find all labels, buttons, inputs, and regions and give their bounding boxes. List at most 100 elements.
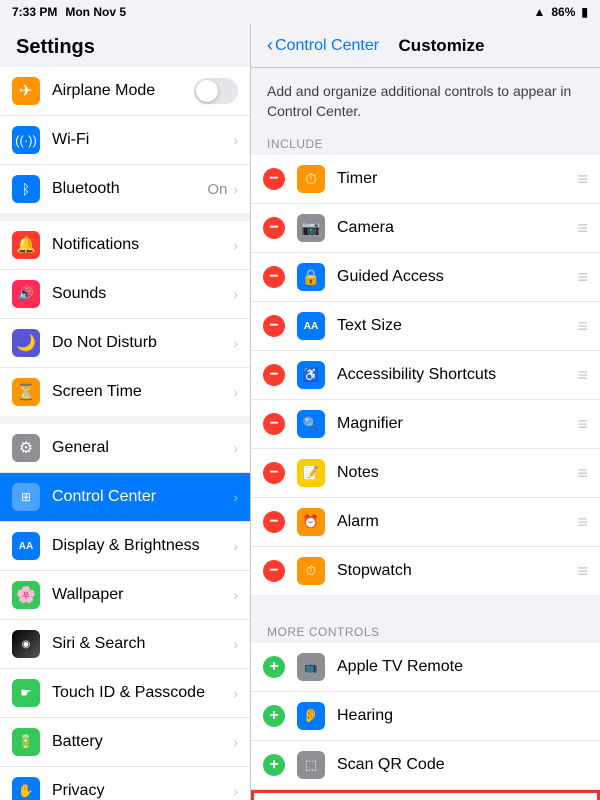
sounds-label: Sounds [52, 285, 231, 303]
include-section-header: INCLUDE [251, 131, 600, 155]
status-bar: 7:33 PM Mon Nov 5 ▲ 86% ▮ [0, 0, 600, 24]
sidebar-item-airplane[interactable]: ✈ Airplane Mode [0, 67, 250, 116]
add-hearing-button[interactable]: + [263, 705, 285, 727]
scanqr-icon: ⬚ [297, 751, 325, 779]
airplane-label: Airplane Mode [52, 82, 194, 100]
accessibility-drag-handle[interactable]: ≡ [577, 365, 588, 386]
stopwatch-label: Stopwatch [337, 562, 569, 580]
notifications-icon: 🔔 [12, 231, 40, 259]
sidebar-item-notifications[interactable]: 🔔 Notifications › [0, 221, 250, 270]
sidebar-item-donotdisturb[interactable]: 🌙 Do Not Disturb › [0, 319, 250, 368]
alarm-icon: ⏰ [297, 508, 325, 536]
add-appletv-button[interactable]: + [263, 656, 285, 678]
general-icon: ⚙ [12, 434, 40, 462]
textsize-drag-handle[interactable]: ≡ [577, 316, 588, 337]
sidebar-item-wifi[interactable]: ((·)) Wi-Fi › [0, 116, 250, 165]
notes-drag-handle[interactable]: ≡ [577, 463, 588, 484]
battery-icon: ▮ [581, 5, 588, 19]
sidebar-item-screentime[interactable]: ⏳ Screen Time › [0, 368, 250, 416]
status-day: Mon Nov 5 [65, 5, 126, 19]
battery-chevron: › [233, 734, 238, 750]
touchid-icon: ☛ [12, 679, 40, 707]
alarm-label: Alarm [337, 513, 569, 531]
guidedaccess-drag-handle[interactable]: ≡ [577, 267, 588, 288]
controlcenter-chevron: › [233, 489, 238, 505]
control-item-scanqr[interactable]: + ⬚ Scan QR Code [251, 741, 600, 790]
sidebar-item-siri[interactable]: ◉ Siri & Search › [0, 620, 250, 669]
textsize-label: Text Size [337, 317, 569, 335]
appletv-label: Apple TV Remote [337, 658, 588, 676]
timer-label: Timer [337, 170, 569, 188]
magnifier-label: Magnifier [337, 415, 569, 433]
right-panel: ‹ Control Center Customize Add and organ… [251, 24, 600, 800]
control-item-appletv[interactable]: + 📺 Apple TV Remote [251, 643, 600, 692]
stopwatch-icon: ⏱ [297, 557, 325, 585]
sidebar-item-sounds[interactable]: 🔊 Sounds › [0, 270, 250, 319]
control-item-hearing[interactable]: + 👂 Hearing [251, 692, 600, 741]
sidebar-item-bluetooth[interactable]: ᛒ Bluetooth On › [0, 165, 250, 213]
wifi-label: Wi-Fi [52, 131, 231, 149]
camera-icon: 📷 [297, 214, 325, 242]
remove-alarm-button[interactable]: − [263, 511, 285, 533]
control-item-guidedaccess[interactable]: − 🔒 Guided Access ≡ [251, 253, 600, 302]
alarm-drag-handle[interactable]: ≡ [577, 512, 588, 533]
remove-textsize-button[interactable]: − [263, 315, 285, 337]
back-button[interactable]: ‹ Control Center [267, 35, 379, 56]
guidedaccess-label: Guided Access [337, 268, 569, 286]
hearing-icon: 👂 [297, 702, 325, 730]
remove-magnifier-button[interactable]: − [263, 413, 285, 435]
stopwatch-drag-handle[interactable]: ≡ [577, 561, 588, 582]
control-item-timer[interactable]: − ⏱ Timer ≡ [251, 155, 600, 204]
control-item-alarm[interactable]: − ⏰ Alarm ≡ [251, 498, 600, 547]
accessibility-label: Accessibility Shortcuts [337, 366, 569, 384]
control-item-camera[interactable]: − 📷 Camera ≡ [251, 204, 600, 253]
remove-notes-button[interactable]: − [263, 462, 285, 484]
control-item-notes[interactable]: − 📝 Notes ≡ [251, 449, 600, 498]
remove-guidedaccess-button[interactable]: − [263, 266, 285, 288]
control-item-textsize[interactable]: − AA Text Size ≡ [251, 302, 600, 351]
battery-label: Battery [52, 733, 231, 751]
general-label: General [52, 439, 231, 457]
donotdisturb-label: Do Not Disturb [52, 334, 231, 352]
sidebar-item-display[interactable]: AA Display & Brightness › [0, 522, 250, 571]
add-scanqr-button[interactable]: + [263, 754, 285, 776]
timer-drag-handle[interactable]: ≡ [577, 169, 588, 190]
battery-icon: 🔋 [12, 728, 40, 756]
sounds-chevron: › [233, 286, 238, 302]
airplane-icon: ✈ [12, 77, 40, 105]
control-item-accessibility[interactable]: − ♿ Accessibility Shortcuts ≡ [251, 351, 600, 400]
camera-drag-handle[interactable]: ≡ [577, 218, 588, 239]
remove-stopwatch-button[interactable]: − [263, 560, 285, 582]
sidebar-item-privacy[interactable]: ✋ Privacy › [0, 767, 250, 800]
sounds-icon: 🔊 [12, 280, 40, 308]
control-item-stopwatch[interactable]: − ⏱ Stopwatch ≡ [251, 547, 600, 595]
general-chevron: › [233, 440, 238, 456]
more-controls-section: MORE CONTROLS + 📺 Apple TV Remote + 👂 He… [251, 619, 600, 800]
airplane-toggle[interactable] [194, 78, 238, 104]
wifi-icon: ((·)) [12, 126, 40, 154]
magnifier-drag-handle[interactable]: ≡ [577, 414, 588, 435]
wallpaper-icon: 🌸 [12, 581, 40, 609]
control-item-screenrecording[interactable]: + ⏺ Screen Recording [251, 790, 600, 800]
control-item-magnifier[interactable]: − 🔍 Magnifier ≡ [251, 400, 600, 449]
privacy-label: Privacy [52, 782, 231, 800]
wifi-icon: ▲ [533, 5, 545, 19]
remove-camera-button[interactable]: − [263, 217, 285, 239]
sidebar-item-battery[interactable]: 🔋 Battery › [0, 718, 250, 767]
sidebar-item-wallpaper[interactable]: 🌸 Wallpaper › [0, 571, 250, 620]
siri-chevron: › [233, 636, 238, 652]
camera-label: Camera [337, 219, 569, 237]
remove-accessibility-button[interactable]: − [263, 364, 285, 386]
sidebar-item-controlcenter[interactable]: ⊞ Control Center › [0, 473, 250, 522]
siri-icon: ◉ [12, 630, 40, 658]
touchid-chevron: › [233, 685, 238, 701]
sidebar-item-touchid[interactable]: ☛ Touch ID & Passcode › [0, 669, 250, 718]
privacy-icon: ✋ [12, 777, 40, 800]
wallpaper-label: Wallpaper [52, 586, 231, 604]
sidebar-item-general[interactable]: ⚙ General › [0, 424, 250, 473]
notifications-label: Notifications [52, 236, 231, 254]
panel-description: Add and organize additional controls to … [251, 68, 600, 131]
remove-timer-button[interactable]: − [263, 168, 285, 190]
back-chevron-icon: ‹ [267, 35, 273, 56]
appletv-icon: 📺 [297, 653, 325, 681]
